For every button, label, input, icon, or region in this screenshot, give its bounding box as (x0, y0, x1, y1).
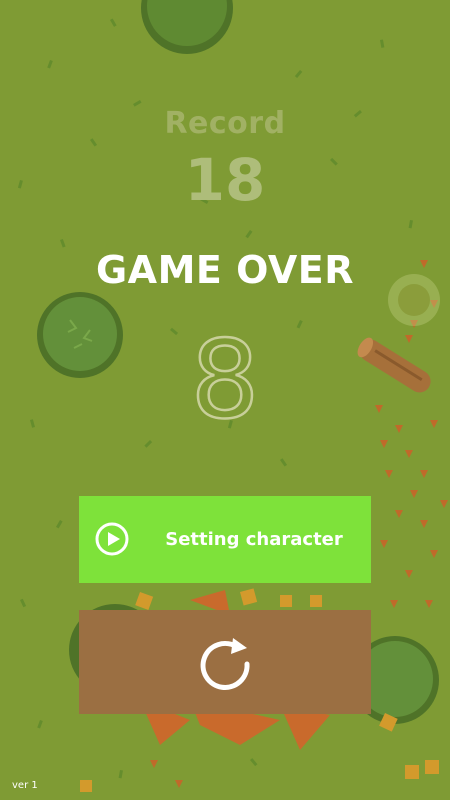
play-circle-icon (95, 522, 129, 556)
restart-icon (200, 638, 250, 690)
game-over-title: GAME OVER (95, 248, 354, 292)
record-label: Record (164, 106, 286, 141)
setting-character-button[interactable]: Setting character (79, 496, 371, 583)
current-score: 8 (189, 317, 260, 445)
record-value: 18 (184, 146, 266, 214)
setting-character-label: Setting character (165, 529, 343, 550)
retry-button[interactable] (79, 610, 371, 714)
version-label: ver 1 (12, 780, 38, 791)
